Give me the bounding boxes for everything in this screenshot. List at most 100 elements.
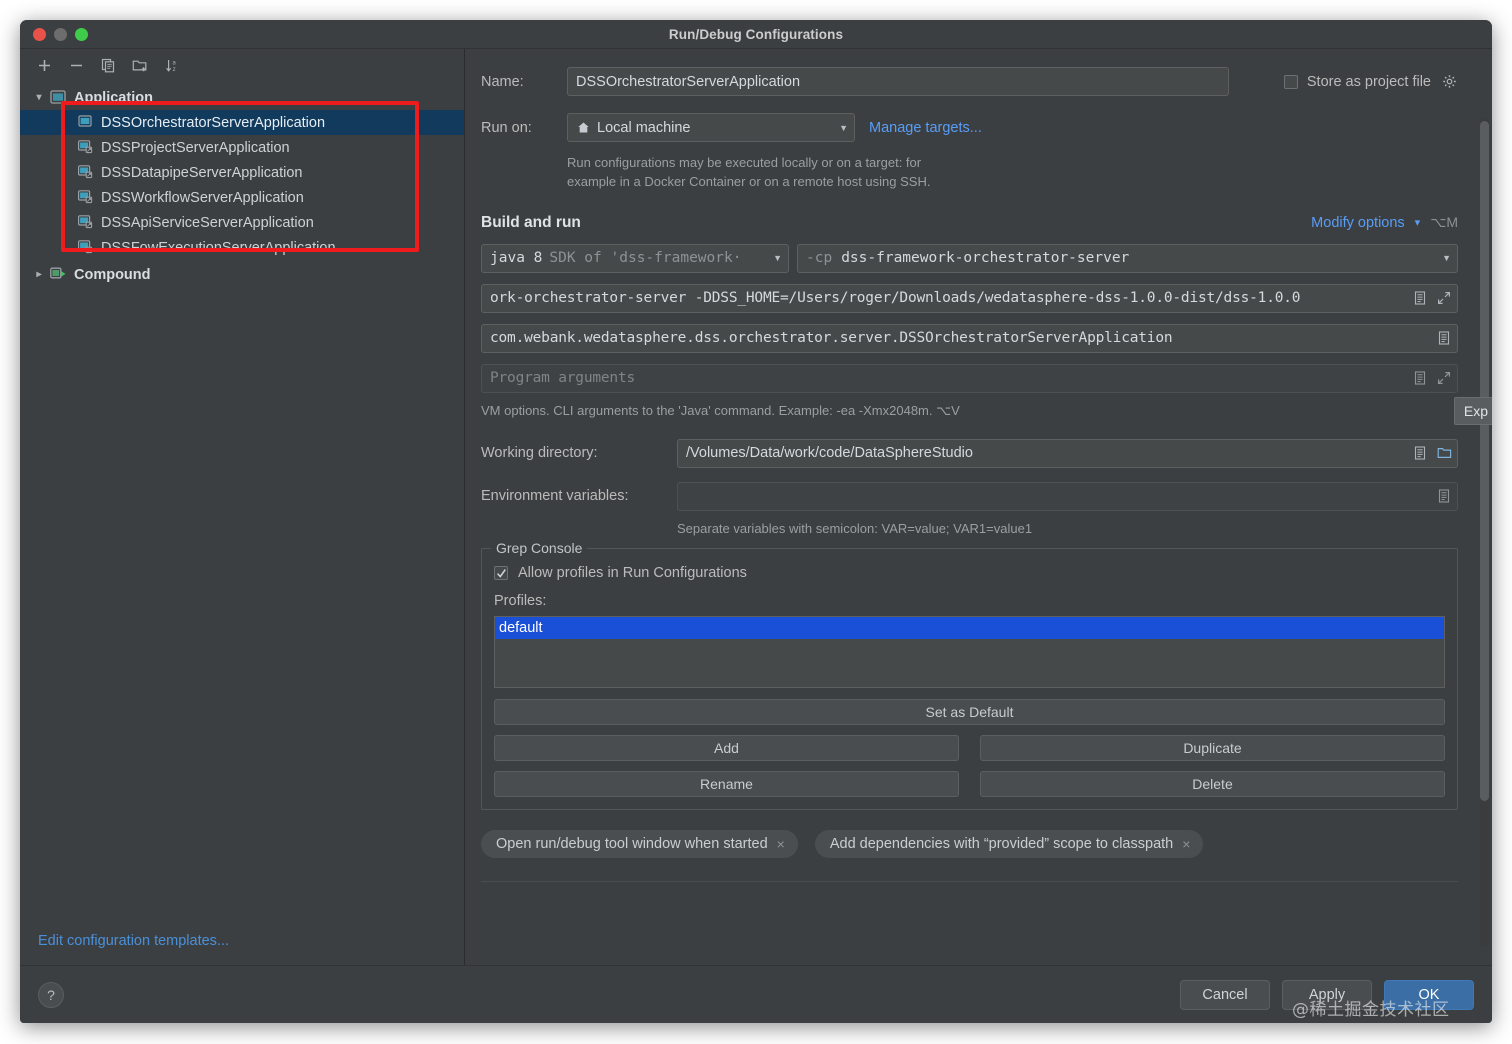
profile-buttons-row-2: Rename Delete bbox=[494, 771, 1445, 798]
run-on-target-select[interactable]: Local machine ▼ bbox=[567, 113, 855, 142]
jre-select[interactable]: java 8 SDK of 'dss-framework· ▼ bbox=[481, 243, 789, 273]
build-and-run-title: Build and run bbox=[481, 213, 581, 231]
run-on-target-value: Local machine bbox=[597, 119, 691, 136]
run-on-hint-line-1: Run configurations may be executed local… bbox=[567, 155, 922, 170]
chip-open-run-debug-tool-window[interactable]: Open run/debug tool window when started … bbox=[481, 830, 798, 859]
environment-variables-hint: Separate variables with semicolon: VAR=v… bbox=[677, 520, 1033, 536]
watermark-overlay: @稀土掘金技术社区 bbox=[1292, 1000, 1450, 1020]
working-directory-label: Working directory: bbox=[481, 445, 598, 462]
edit-configuration-templates-link[interactable]: Edit configuration templates... bbox=[20, 919, 464, 965]
build-and-run-header: Build and run Modify options ▾ ⌥M bbox=[481, 214, 1458, 232]
folder-open-icon[interactable] bbox=[1435, 444, 1453, 462]
cancel-button[interactable]: Cancel bbox=[1180, 979, 1270, 1010]
chevron-down-icon[interactable]: ▾ bbox=[1415, 216, 1421, 229]
copy-configuration-icon[interactable] bbox=[97, 54, 119, 76]
list-item[interactable]: default bbox=[495, 617, 1444, 640]
jre-sdk-description: SDK of 'dss-framework· bbox=[549, 250, 742, 267]
allow-profiles-checkbox[interactable] bbox=[494, 566, 508, 581]
store-as-project-file-checkbox[interactable] bbox=[1283, 74, 1298, 89]
chevron-down-icon[interactable]: ▼ bbox=[1434, 253, 1451, 263]
help-button[interactable]: ? bbox=[38, 981, 64, 1008]
sidebar-item-dssdatapipeserverapplication[interactable]: DSSDatapipeServerApplication bbox=[20, 160, 464, 185]
run-config-icon bbox=[78, 240, 95, 255]
sidebar-item-label: DSSDatapipeServerApplication bbox=[101, 164, 303, 181]
sidebar-toolbar: a z bbox=[20, 49, 464, 81]
vm-options-hint: VM options. CLI arguments to the 'Java' … bbox=[481, 402, 960, 418]
jre-version: java 8 bbox=[490, 250, 543, 267]
run-on-hint-line-2: example in a Docker Container or on a re… bbox=[567, 173, 931, 189]
window-title: Run/Debug Configurations bbox=[668, 26, 844, 42]
vm-options-input[interactable]: ork-orchestrator-server -DDSS_HOME=/User… bbox=[481, 283, 1458, 313]
macro-list-icon[interactable] bbox=[1435, 487, 1453, 505]
folder-add-icon[interactable] bbox=[129, 54, 151, 76]
duplicate-profile-button[interactable]: Duplicate bbox=[980, 735, 1445, 762]
form-scrollbar-thumb[interactable] bbox=[1480, 121, 1489, 801]
sidebar-item-dssfowexecutionserverapplication[interactable]: DSSFowExecutionServerApplication bbox=[20, 235, 464, 260]
program-arguments-placeholder: Program arguments bbox=[490, 370, 636, 387]
option-chips-row: Open run/debug tool window when started … bbox=[481, 830, 1458, 859]
name-input[interactable]: DSSOrchestratorServerApplication bbox=[567, 67, 1229, 96]
manage-targets-link[interactable]: Manage targets... bbox=[869, 120, 982, 136]
environment-variables-input[interactable] bbox=[677, 481, 1458, 511]
sidebar-item-label: DSSApiServiceServerApplication bbox=[101, 214, 314, 231]
tree-group-application[interactable]: ▾ Application bbox=[20, 85, 464, 110]
allow-profiles-label: Allow profiles in Run Configurations bbox=[518, 565, 747, 582]
profiles-list[interactable]: default bbox=[494, 616, 1445, 689]
chip-label: Open run/debug tool window when started bbox=[496, 836, 768, 853]
expand-icon[interactable] bbox=[1435, 369, 1453, 387]
set-as-default-button[interactable]: Set as Default bbox=[494, 699, 1445, 726]
sidebar-item-dssapiserviceserverapplication[interactable]: DSSApiServiceServerApplication bbox=[20, 210, 464, 235]
close-icon[interactable]: × bbox=[777, 836, 785, 852]
chevron-down-icon[interactable]: ▼ bbox=[765, 253, 782, 263]
sidebar-item-dssprojectserverapplication[interactable]: DSSProjectServerApplication bbox=[20, 135, 464, 160]
chevron-down-icon[interactable]: ▾ bbox=[32, 92, 46, 103]
program-arguments-input[interactable]: Program arguments bbox=[481, 363, 1458, 393]
chip-label: Add dependencies with “provided” scope t… bbox=[829, 836, 1174, 853]
rename-profile-button[interactable]: Rename bbox=[494, 771, 959, 798]
tree-group-compound[interactable]: ▸ Compound bbox=[20, 262, 464, 287]
tree-group-application-label: Application bbox=[74, 89, 153, 106]
sidebar-item-label: DSSProjectServerApplication bbox=[101, 139, 290, 156]
run-config-icon bbox=[78, 165, 95, 180]
macro-list-icon[interactable] bbox=[1411, 369, 1429, 387]
sort-az-icon[interactable]: a z bbox=[161, 54, 183, 76]
add-profile-button[interactable]: Add bbox=[494, 735, 959, 762]
chip-add-provided-dependencies[interactable]: Add dependencies with “provided” scope t… bbox=[814, 830, 1204, 859]
working-directory-value: /Volumes/Data/work/code/DataSphereStudio bbox=[686, 445, 973, 462]
remove-configuration-button[interactable] bbox=[65, 54, 87, 76]
macro-list-icon[interactable] bbox=[1411, 289, 1429, 307]
grep-console-legend: Grep Console bbox=[491, 540, 588, 557]
chevron-down-icon[interactable]: ▼ bbox=[831, 123, 848, 133]
sidebar-item-dssworkflowserverapplication[interactable]: DSSWorkflowServerApplication bbox=[20, 185, 464, 210]
run-debug-configurations-dialog: Run/Debug Configurations a z ▾ Applicati… bbox=[20, 20, 1492, 1023]
vm-options-value: ork-orchestrator-server -DDSS_HOME=/User… bbox=[490, 290, 1301, 307]
compound-group-icon bbox=[50, 267, 67, 282]
environment-variables-label: Environment variables: bbox=[481, 488, 629, 505]
store-as-project-file-label: Store as project file bbox=[1306, 73, 1431, 90]
before-launch-section-clipped bbox=[481, 868, 1458, 883]
window-titlebar: Run/Debug Configurations bbox=[20, 20, 1492, 49]
dialog-body: a z ▾ Application DSSOrchestratorServerA… bbox=[20, 49, 1492, 965]
sidebar-item-dssorchestratorserverapplication[interactable]: DSSOrchestratorServerApplication bbox=[20, 110, 464, 135]
delete-profile-button[interactable]: Delete bbox=[980, 771, 1445, 798]
add-configuration-button[interactable] bbox=[33, 54, 55, 76]
home-icon bbox=[576, 119, 591, 137]
macro-list-icon[interactable] bbox=[1411, 444, 1429, 462]
profile-buttons-row-1: Add Duplicate bbox=[494, 735, 1445, 762]
gear-icon[interactable] bbox=[1440, 73, 1458, 91]
screenshot-root: Run/Debug Configurations a z ▾ Applicati… bbox=[0, 0, 1512, 1044]
jre-classpath-row: java 8 SDK of 'dss-framework· ▼ -cp dss-… bbox=[481, 243, 1458, 273]
run-on-label: Run on: bbox=[481, 119, 532, 136]
dialog-footer: ? Cancel Apply OK bbox=[20, 965, 1492, 1023]
close-icon[interactable]: × bbox=[1182, 836, 1190, 852]
working-directory-input[interactable]: /Volumes/Data/work/code/DataSphereStudio bbox=[677, 438, 1458, 468]
browse-class-icon[interactable] bbox=[1435, 329, 1453, 347]
configurations-tree[interactable]: ▾ Application DSSOrchestratorServerAppli… bbox=[20, 81, 464, 965]
sidebar-item-label: DSSFowExecutionServerApplication bbox=[101, 239, 336, 256]
modify-options-link[interactable]: Modify options bbox=[1311, 215, 1405, 231]
expand-icon[interactable] bbox=[1435, 289, 1453, 307]
sidebar-item-label: DSSWorkflowServerApplication bbox=[101, 189, 304, 206]
classpath-module-select[interactable]: -cp dss-framework-orchestrator-server ▼ bbox=[797, 243, 1458, 273]
main-class-input[interactable]: com.webank.wedatasphere.dss.orchestrator… bbox=[481, 323, 1458, 353]
chevron-right-icon[interactable]: ▸ bbox=[32, 269, 46, 280]
